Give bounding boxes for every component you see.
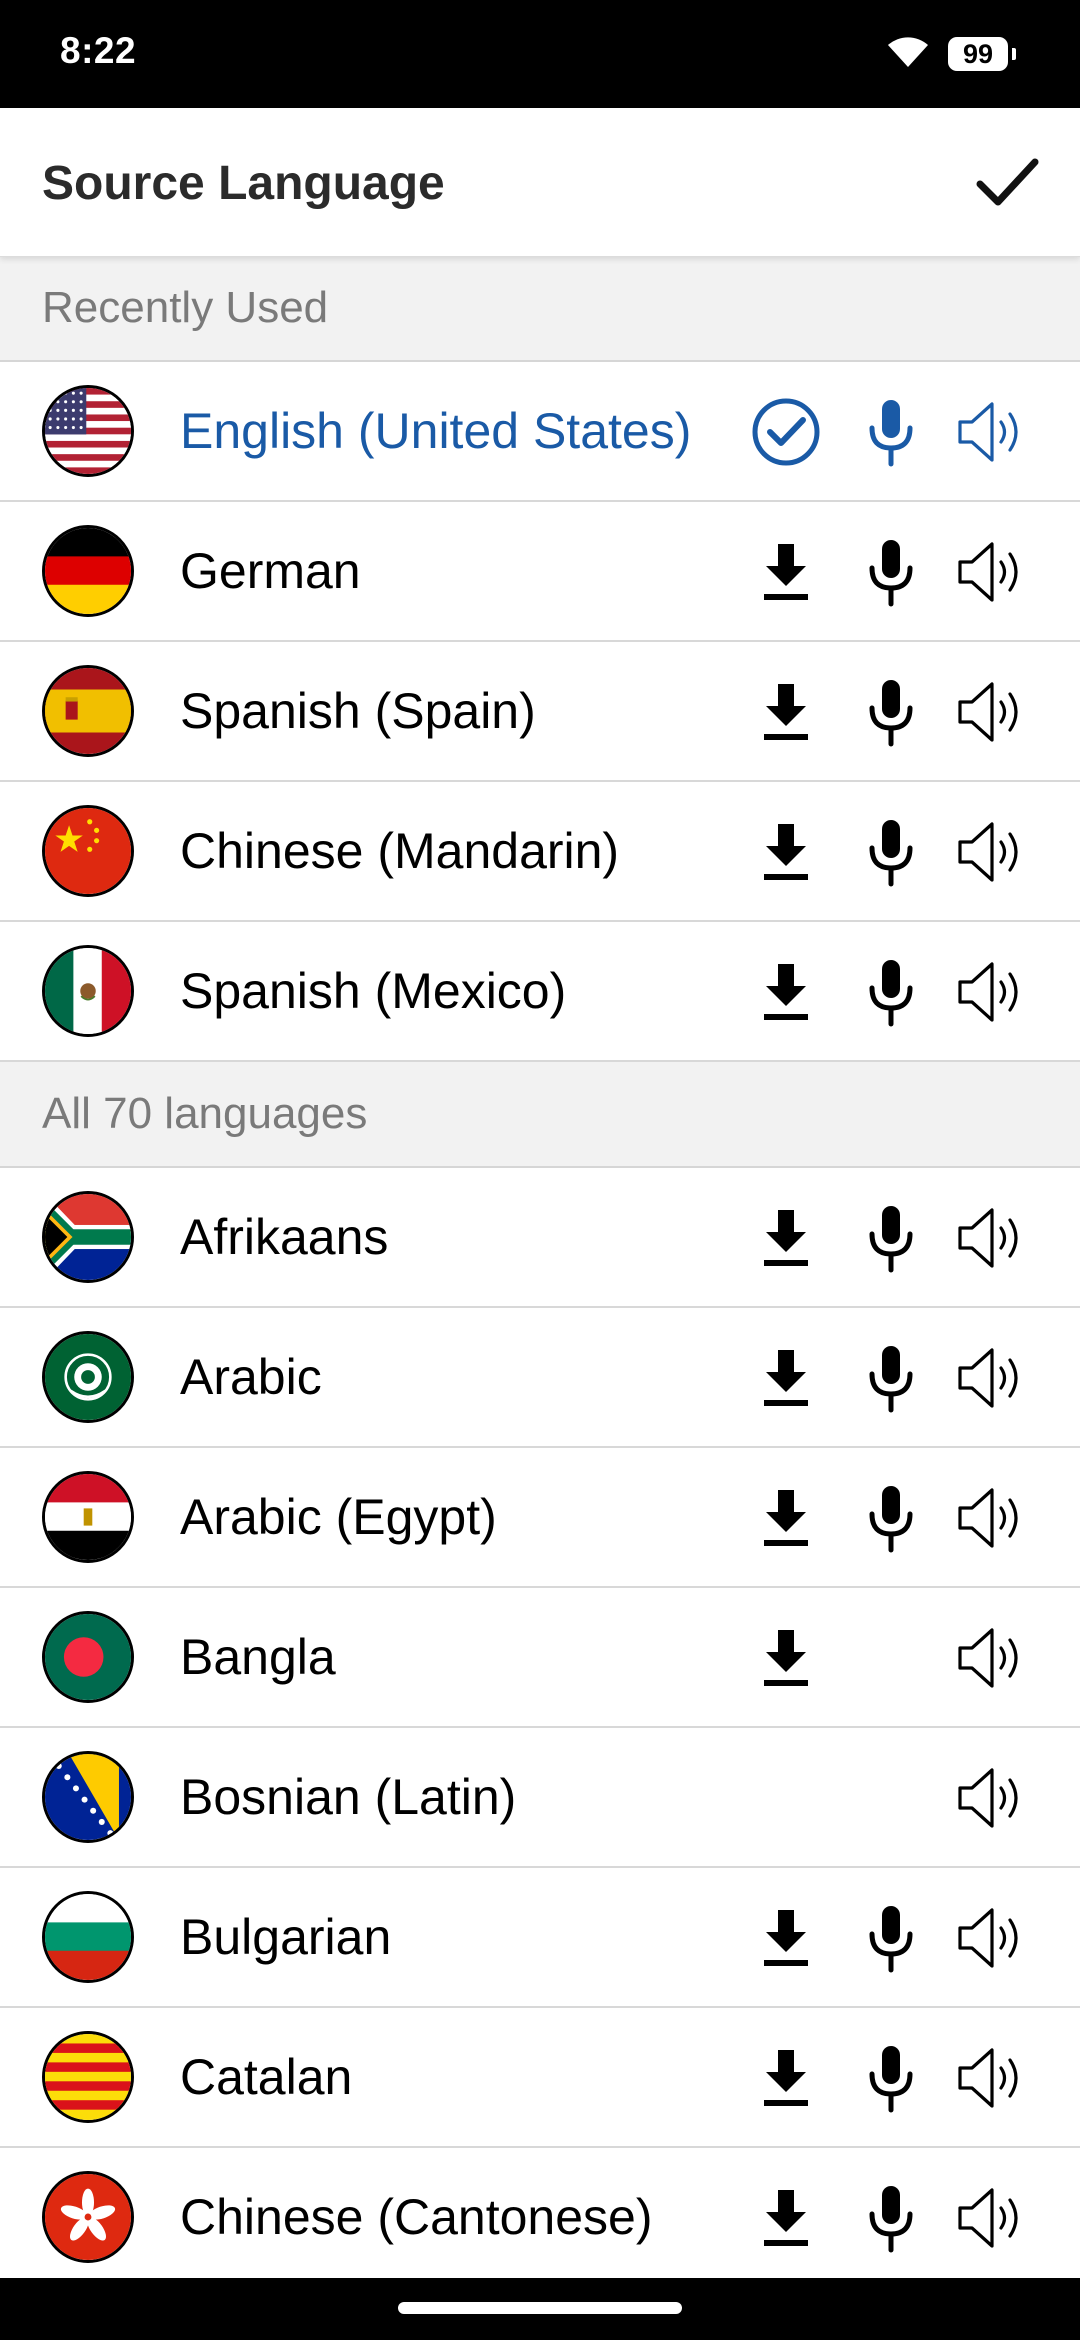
- microphone-icon: [855, 1482, 927, 1554]
- language-row[interactable]: Afrikaans: [0, 1168, 1080, 1308]
- speaker-icon: [955, 2182, 1027, 2254]
- status-bar: 8:22 99: [0, 0, 1080, 108]
- language-name: English (United States): [180, 403, 692, 459]
- download-icon[interactable]: [750, 676, 822, 748]
- language-row[interactable]: Chinese (Cantonese): [0, 2148, 1080, 2288]
- language-row[interactable]: Spanish (Spain): [0, 642, 1080, 782]
- speaker-icon: [955, 676, 1027, 748]
- language-row[interactable]: German: [0, 502, 1080, 642]
- speaker-icon: [955, 1482, 1027, 1554]
- speaker-icon: [955, 396, 1027, 468]
- flag-us-icon: [42, 385, 134, 477]
- download-icon[interactable]: [750, 1622, 822, 1694]
- microphone-icon: [855, 1342, 927, 1414]
- flag-ba-icon: [42, 1751, 134, 1843]
- flag-de-icon: [42, 525, 134, 617]
- speaker-icon: [955, 536, 1027, 608]
- microphone-icon: [855, 956, 927, 1028]
- speaker-icon: [955, 1762, 1027, 1834]
- microphone-icon: [855, 536, 927, 608]
- language-name: Chinese (Mandarin): [180, 823, 620, 879]
- flag-catalonia-icon: [42, 2031, 134, 2123]
- microphone-icon: [855, 1202, 927, 1274]
- microphone-icon: [855, 396, 927, 468]
- speaker-icon: [955, 1622, 1027, 1694]
- speaker-icon: [955, 956, 1027, 1028]
- microphone-icon: [855, 676, 927, 748]
- flag-hk-icon: [42, 2171, 134, 2263]
- microphone-icon: [855, 1902, 927, 1974]
- download-icon[interactable]: [750, 536, 822, 608]
- download-icon[interactable]: [750, 1202, 822, 1274]
- flag-arab-league-icon: [42, 1331, 134, 1423]
- navigation-bar: [0, 2278, 1080, 2340]
- status-time: 8:22: [60, 30, 137, 71]
- language-row[interactable]: Arabic: [0, 1308, 1080, 1448]
- flag-bg-icon: [42, 1891, 134, 1983]
- page-title: Source Language: [42, 157, 445, 210]
- flag-es-icon: [42, 665, 134, 757]
- language-row[interactable]: Bulgarian: [0, 1868, 1080, 2008]
- flag-mx-icon: [42, 945, 134, 1037]
- flag-za-icon: [42, 1191, 134, 1283]
- language-row[interactable]: Bangla: [0, 1588, 1080, 1728]
- microphone-icon: [855, 2042, 927, 2114]
- flag-bd-icon: [42, 1611, 134, 1703]
- speaker-icon: [955, 816, 1027, 888]
- download-icon[interactable]: [750, 816, 822, 888]
- language-name: Bosnian (Latin): [180, 1769, 517, 1825]
- language-row[interactable]: English (United States): [0, 362, 1080, 502]
- language-name: Arabic: [180, 1349, 322, 1405]
- language-row[interactable]: Chinese (Mandarin): [0, 782, 1080, 922]
- speaker-icon: [955, 1202, 1027, 1274]
- speaker-icon: [955, 2042, 1027, 2114]
- flag-eg-icon: [42, 1471, 134, 1563]
- download-icon[interactable]: [750, 1342, 822, 1414]
- wifi-icon: [886, 35, 930, 74]
- check-circle-icon: [750, 396, 822, 468]
- language-name: Arabic (Egypt): [180, 1489, 497, 1545]
- download-icon[interactable]: [750, 2042, 822, 2114]
- language-name: Spanish (Spain): [180, 683, 536, 739]
- download-icon[interactable]: [750, 2182, 822, 2254]
- section-header: All 70 languages: [0, 1062, 1080, 1168]
- language-name: Afrikaans: [180, 1209, 389, 1265]
- home-handle[interactable]: [398, 2302, 682, 2314]
- top-app-bar: Source Language: [0, 108, 1080, 257]
- status-indicators: 99: [886, 34, 1016, 74]
- download-icon[interactable]: [750, 1902, 822, 1974]
- section-header: Recently Used: [0, 256, 1080, 362]
- language-list: Recently Used English (United States) Germ…: [0, 256, 1080, 2288]
- language-name: Bangla: [180, 1629, 336, 1685]
- language-row[interactable]: Spanish (Mexico): [0, 922, 1080, 1062]
- language-row[interactable]: Bosnian (Latin): [0, 1728, 1080, 1868]
- language-name: Bulgarian: [180, 1909, 392, 1965]
- download-icon[interactable]: [750, 1482, 822, 1554]
- checkmark-icon[interactable]: [972, 148, 1042, 218]
- language-name: Catalan: [180, 2049, 353, 2105]
- microphone-icon: [855, 816, 927, 888]
- battery-indicator: 99: [948, 37, 1016, 71]
- language-row[interactable]: Arabic (Egypt): [0, 1448, 1080, 1588]
- speaker-icon: [955, 1342, 1027, 1414]
- microphone-icon: [855, 2182, 927, 2254]
- language-name: Spanish (Mexico): [180, 963, 567, 1019]
- language-name: Chinese (Cantonese): [180, 2189, 653, 2245]
- download-icon[interactable]: [750, 956, 822, 1028]
- language-name: German: [180, 543, 361, 599]
- flag-cn-icon: [42, 805, 134, 897]
- speaker-icon: [955, 1902, 1027, 1974]
- language-row[interactable]: Catalan: [0, 2008, 1080, 2148]
